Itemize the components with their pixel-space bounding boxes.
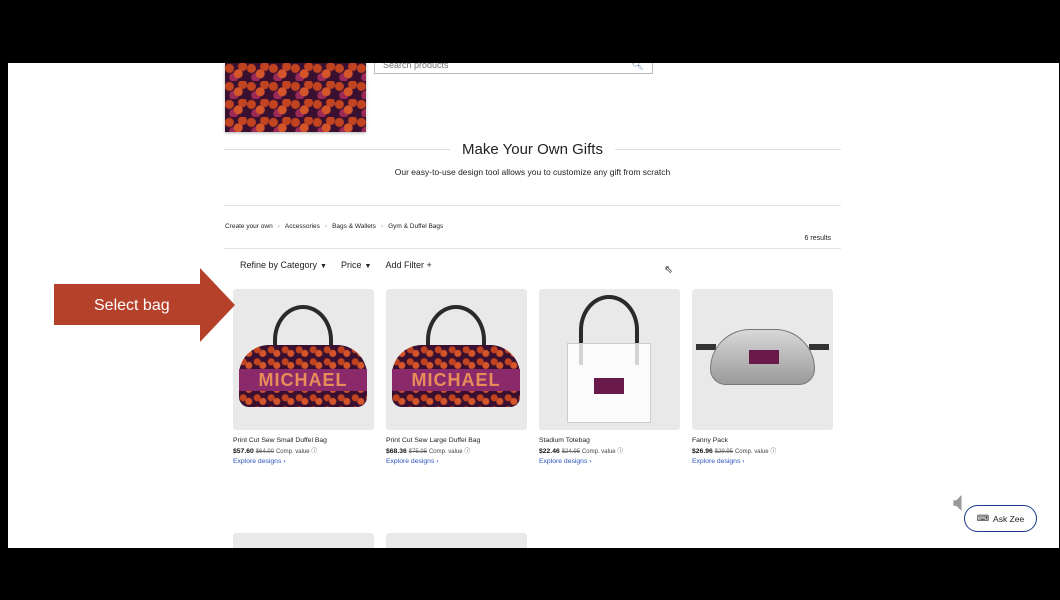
breadcrumb-separator: › bbox=[380, 223, 384, 230]
product-image[interactable] bbox=[233, 533, 374, 548]
results-count: 6 results bbox=[804, 235, 831, 242]
comp-value: Comp. value ⓘ bbox=[428, 449, 471, 455]
filter-category-label: Refine by Category bbox=[240, 260, 318, 270]
product-price: $26.96 $29.95 Comp. value ⓘ bbox=[692, 446, 833, 455]
breadcrumb: Create your own › Accessories › Bags & W… bbox=[225, 223, 443, 230]
banner-image bbox=[225, 63, 366, 132]
search-input[interactable] bbox=[383, 63, 623, 70]
search-bar[interactable]: 🔍︎ bbox=[374, 63, 653, 74]
comp-value: Comp. value ⓘ bbox=[581, 449, 624, 455]
price-was: $64.00 bbox=[255, 449, 275, 455]
search-icon[interactable]: 🔍︎ bbox=[631, 63, 644, 71]
breadcrumb-item[interactable]: Gym & Duffel Bags bbox=[388, 223, 443, 230]
caret-down-icon: ▼ bbox=[320, 263, 327, 270]
price-was: $75.95 bbox=[408, 449, 428, 455]
filter-category-dropdown[interactable]: Refine by Category ▼ bbox=[240, 260, 327, 270]
fanny-strap bbox=[696, 344, 716, 350]
product-price: $22.46 $24.95 Comp. value ⓘ bbox=[539, 446, 680, 455]
divider bbox=[224, 148, 451, 150]
filter-price-label: Price bbox=[340, 260, 362, 270]
fanny-strap bbox=[809, 344, 829, 350]
product-image[interactable]: MICHAEL bbox=[386, 289, 527, 430]
breadcrumb-separator: › bbox=[277, 223, 280, 230]
tote-print-patch bbox=[594, 378, 624, 394]
product-image[interactable]: MICHAEL bbox=[233, 289, 374, 430]
divider bbox=[224, 248, 841, 249]
filter-bar: Refine by Category ▼ Price ▼ Add Filter + bbox=[240, 260, 432, 270]
duffel-bag-illustration: MICHAEL bbox=[392, 345, 520, 407]
duffel-bag-illustration: MICHAEL bbox=[239, 345, 367, 407]
product-title[interactable]: Stadium Totebag bbox=[539, 437, 680, 444]
fanny-pack-illustration bbox=[710, 329, 815, 385]
product-title[interactable]: Fanny Pack bbox=[692, 437, 833, 444]
product-price: $57.60 $64.00 Comp. value ⓘ bbox=[233, 446, 374, 455]
arrow-head bbox=[200, 268, 235, 342]
product-grid-row-2 bbox=[233, 533, 527, 548]
price-was: $29.95 bbox=[714, 449, 734, 455]
divider bbox=[614, 148, 841, 150]
explore-designs-link[interactable]: Explore designs › bbox=[539, 458, 680, 465]
screen: 🔍︎ Make Your Own Gifts Our easy-to-use d… bbox=[0, 0, 1060, 600]
chat-icon: ⌨ bbox=[976, 513, 990, 523]
ask-zee-button[interactable]: ⌨ Ask Zee bbox=[964, 505, 1037, 532]
breadcrumb-separator: › bbox=[324, 223, 328, 230]
bag-print-text: MICHAEL bbox=[392, 369, 520, 391]
page-subtitle: Our easy-to-use design tool allows you t… bbox=[394, 167, 671, 177]
price-now: $68.36 bbox=[386, 448, 407, 455]
price-was: $24.95 bbox=[561, 449, 581, 455]
comp-value: Comp. value ⓘ bbox=[734, 449, 777, 455]
product-price: $68.36 $75.95 Comp. value ⓘ bbox=[386, 446, 527, 455]
caret-down-icon: ▼ bbox=[364, 263, 372, 270]
breadcrumb-item[interactable]: Bags & Wallets bbox=[332, 223, 376, 230]
product-card[interactable]: MICHAEL Print Cut Sew Small Duffel Bag $… bbox=[233, 289, 374, 465]
price-now: $26.96 bbox=[692, 448, 713, 455]
product-image[interactable] bbox=[692, 289, 833, 430]
product-card[interactable] bbox=[233, 533, 374, 548]
comp-value: Comp. value ⓘ bbox=[275, 449, 318, 455]
product-card[interactable] bbox=[386, 533, 527, 548]
explore-designs-link[interactable]: Explore designs › bbox=[386, 458, 527, 465]
product-card[interactable]: MICHAEL Print Cut Sew Large Duffel Bag $… bbox=[386, 289, 527, 465]
callout-label: Select bag bbox=[94, 297, 170, 314]
product-title[interactable]: Print Cut Sew Small Duffel Bag bbox=[233, 437, 374, 444]
breadcrumb-item[interactable]: Accessories bbox=[285, 223, 320, 230]
product-title[interactable]: Print Cut Sew Large Duffel Bag bbox=[386, 437, 527, 444]
product-grid: MICHAEL Print Cut Sew Small Duffel Bag $… bbox=[233, 289, 833, 465]
add-filter-button[interactable]: Add Filter + bbox=[385, 260, 431, 270]
product-image[interactable] bbox=[539, 289, 680, 430]
heading-row: Make Your Own Gifts bbox=[224, 139, 841, 159]
breadcrumb-item[interactable]: Create your own bbox=[225, 223, 273, 230]
bag-print-text: MICHAEL bbox=[239, 369, 367, 391]
price-now: $57.60 bbox=[233, 448, 254, 455]
mouse-cursor-icon: ⇖ bbox=[664, 264, 674, 276]
ask-zee-label: Ask Zee bbox=[993, 513, 1025, 524]
product-card[interactable]: Fanny Pack $26.96 $29.95 Comp. value ⓘ E… bbox=[692, 289, 833, 465]
fanny-print-patch bbox=[749, 350, 779, 364]
explore-designs-link[interactable]: Explore designs › bbox=[233, 458, 374, 465]
callout-arrow: Select bag bbox=[54, 268, 235, 342]
price-now: $22.46 bbox=[539, 448, 560, 455]
divider bbox=[224, 205, 841, 206]
product-card[interactable]: Stadium Totebag $22.46 $24.95 Comp. valu… bbox=[539, 289, 680, 465]
page-title: Make Your Own Gifts bbox=[462, 140, 603, 158]
tote-bag-illustration bbox=[567, 343, 651, 423]
filter-price-dropdown[interactable]: Price ▼ bbox=[341, 260, 371, 270]
product-image[interactable] bbox=[386, 533, 527, 548]
explore-designs-link[interactable]: Explore designs › bbox=[692, 458, 833, 465]
